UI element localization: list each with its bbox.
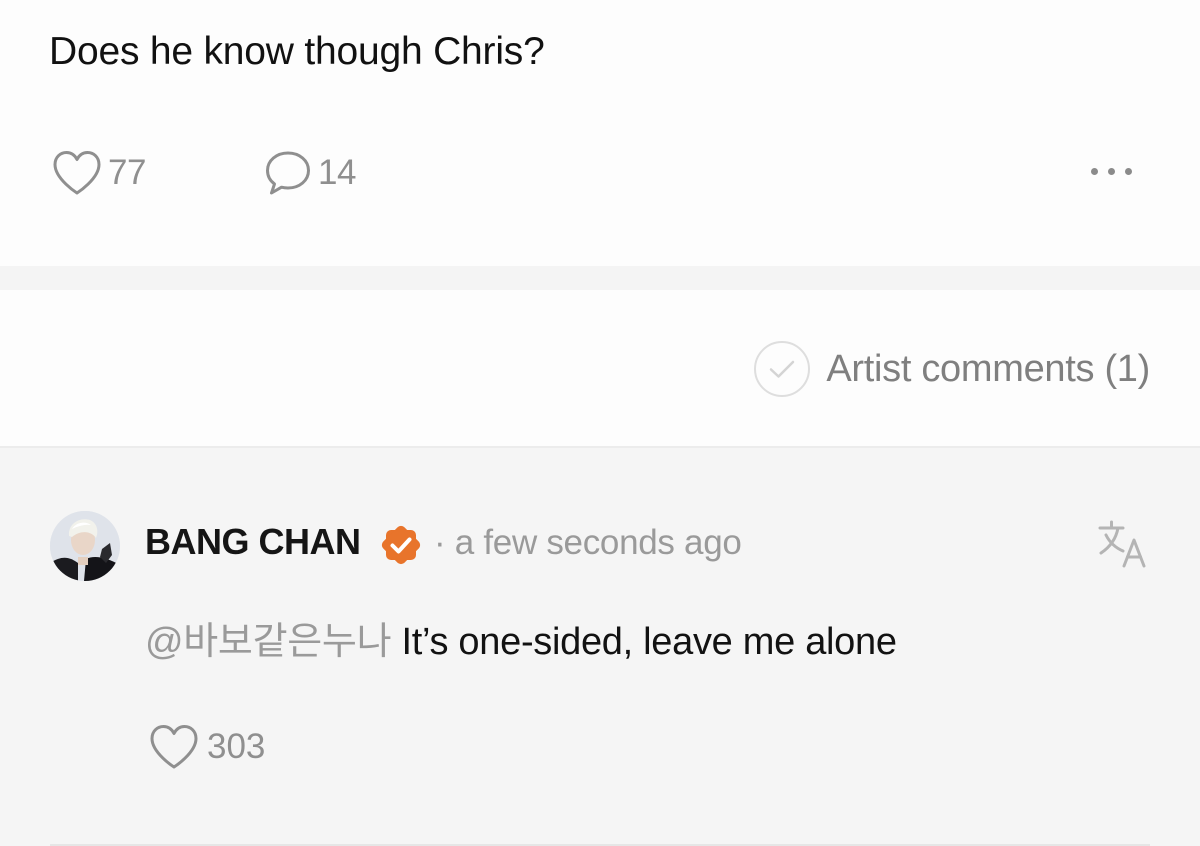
comment-timestamp: · a few seconds ago	[434, 523, 742, 562]
checkbox-circle	[754, 341, 811, 397]
more-dot	[1091, 168, 1098, 175]
comment-text: It’s one-sided, leave me alone	[391, 621, 897, 663]
post-like-count: 77	[108, 153, 146, 192]
heart-icon	[53, 151, 101, 195]
verified-badge-icon	[381, 525, 421, 565]
comment-like-button[interactable]: 303	[147, 722, 265, 772]
post-text: Does he know though Chris?	[49, 30, 545, 73]
post-card: Does he know though Chris? 77 14	[0, 0, 1200, 266]
post-comment-button[interactable]: 14	[262, 146, 356, 200]
artist-comments-toggle[interactable]: Artist comments (1)	[754, 338, 1150, 400]
comment-like-count: 303	[207, 727, 266, 766]
more-dot	[1108, 168, 1115, 175]
translate-icon[interactable]	[1096, 518, 1150, 572]
more-dot	[1125, 168, 1132, 175]
avatar-image	[50, 511, 120, 581]
speech-bubble-icon	[266, 151, 310, 195]
comment-mention[interactable]: @바보같은누나	[145, 621, 392, 663]
post-like-button[interactable]: 77	[50, 146, 146, 200]
comment-body: @바보같은누나 It’s one-sided, leave me alone	[145, 610, 897, 665]
heart-icon	[150, 725, 198, 769]
translate-glyph	[1098, 520, 1146, 568]
artist-comments-label: Artist comments (1)	[826, 347, 1150, 390]
avatar[interactable]	[50, 511, 120, 581]
checkmark-icon	[770, 360, 795, 378]
artist-comment: BANG CHAN · a few seconds ago @바보같은누나 It…	[0, 448, 1200, 846]
post-comment-count: 14	[318, 153, 356, 192]
more-options-icon[interactable]	[1086, 152, 1146, 192]
post-detail-page: Does he know though Chris? 77 14 Artist …	[0, 0, 1200, 846]
section-divider	[0, 266, 1200, 290]
comment-author-name[interactable]: BANG CHAN	[145, 521, 361, 563]
comment-filter-bar: Artist comments (1)	[0, 290, 1200, 448]
